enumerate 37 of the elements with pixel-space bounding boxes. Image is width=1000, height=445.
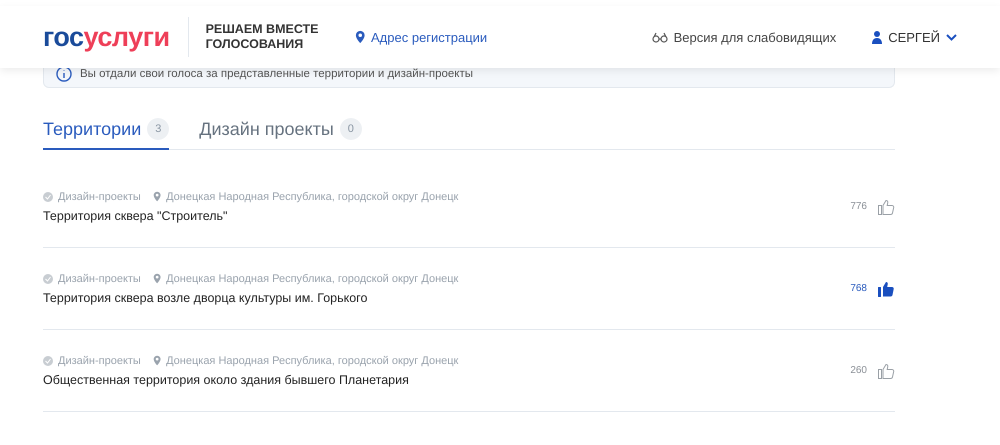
user-menu[interactable]: СЕРГЕЙ	[872, 30, 957, 44]
vote-count: 776	[850, 201, 867, 212]
location-pin-icon	[152, 355, 162, 366]
info-icon	[56, 66, 72, 82]
location-label: Донецкая Народная Республика, городской округ Донецк	[166, 272, 458, 284]
location-pin-icon	[354, 30, 366, 44]
thumbs-up-icon	[877, 362, 895, 380]
category-label: Дизайн-проекты	[58, 190, 141, 202]
territory-title[interactable]: Территория сквера возле дворца культуры им. Горького	[43, 290, 850, 304]
accessibility-link[interactable]: Версия для слабовидящих	[652, 30, 836, 44]
gosuslugi-logo[interactable]: госуслуги	[43, 22, 170, 52]
category-label: Дизайн-проекты	[58, 272, 141, 284]
count-badge: 3	[147, 118, 170, 140]
tab[interactable]: Дизайн проекты 0	[199, 118, 362, 150]
chevron-down-icon	[946, 34, 957, 40]
notice-text: Вы отдали свои голоса за представленные территории и дизайн-проекты	[80, 68, 473, 80]
location-pin-icon	[152, 191, 162, 202]
vote-count: 260	[850, 365, 867, 376]
tab[interactable]: Территории 3	[43, 118, 170, 150]
territory-title[interactable]: Территория сквера "Строитель"	[43, 208, 850, 222]
thumbs-up-icon	[877, 198, 895, 216]
location-pin-icon	[152, 273, 162, 284]
category-dot-icon	[43, 274, 53, 284]
territory-title[interactable]: Общественная территория около здания бывшего Планетария	[43, 372, 850, 386]
thumbs-up-icon	[877, 280, 895, 298]
vote-count: 768	[850, 283, 867, 294]
count-badge: 0	[340, 118, 362, 140]
category-label: Дизайн-проекты	[58, 354, 141, 366]
like-button[interactable]	[877, 280, 895, 298]
glasses-icon	[652, 32, 668, 42]
category-dot-icon	[43, 192, 53, 202]
project-title: РЕШАЕМ ВМЕСТЕ ГОЛОСОВАНИЯ	[206, 22, 319, 52]
address-link[interactable]: Адрес регистрации	[354, 30, 488, 44]
user-icon	[872, 30, 882, 44]
location-label: Донецкая Народная Республика, городской округ Донецк	[166, 354, 458, 366]
location-label: Донецкая Народная Республика, городской округ Донецк	[166, 190, 458, 202]
category-dot-icon	[43, 356, 53, 366]
